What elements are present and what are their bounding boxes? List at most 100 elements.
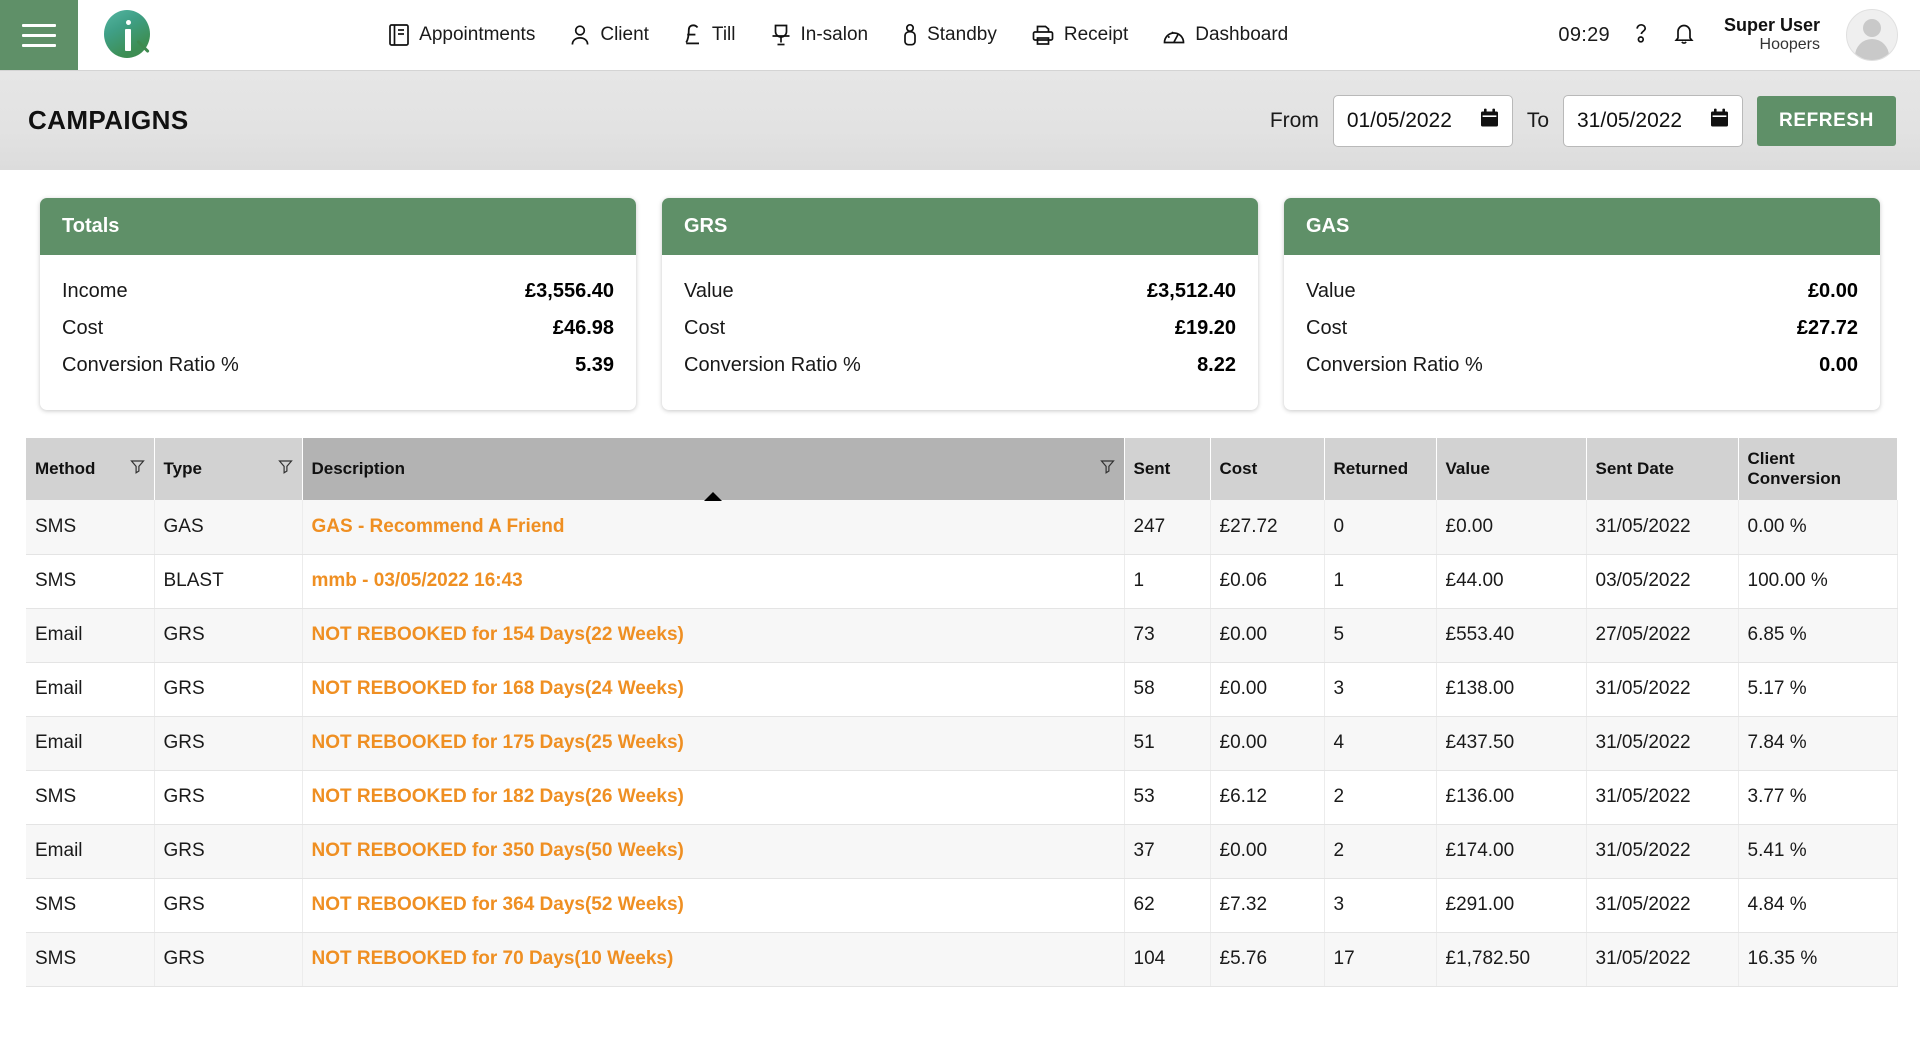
column-header-description[interactable]: Description — [302, 438, 1125, 501]
to-label: To — [1526, 108, 1549, 132]
cell-returned: 2 — [1324, 824, 1437, 879]
cell-description[interactable]: NOT REBOOKED for 70 Days(10 Weeks) — [302, 932, 1125, 987]
hamburger-menu-button[interactable] — [0, 0, 78, 70]
nav-item-appointments[interactable]: Appointments — [388, 23, 535, 47]
cell-description[interactable]: mmb - 03/05/2022 16:43 — [302, 554, 1125, 609]
card-row: Conversion Ratio % 0.00 — [1306, 347, 1858, 384]
column-header-sent[interactable]: Sent — [1124, 438, 1211, 500]
top-navigation-bar: Appointments Client Till In-salon Standb… — [0, 0, 1920, 70]
cell-description[interactable]: NOT REBOOKED for 154 Days(22 Weeks) — [302, 608, 1125, 663]
cell-client-conversion: 0.00 % — [1738, 500, 1898, 555]
column-label: Value — [1445, 459, 1490, 478]
refresh-button[interactable]: REFRESH — [1757, 95, 1896, 146]
cell-sent-date: 27/05/2022 — [1586, 608, 1739, 663]
summary-card-gas: GAS Value £0.00 Cost £27.72 Conversion R… — [1284, 198, 1880, 410]
pound-icon — [683, 23, 703, 47]
filter-icon[interactable] — [277, 459, 293, 479]
card-row: Cost £46.98 — [62, 310, 614, 347]
calendar-icon[interactable] — [1710, 108, 1729, 133]
nav-item-receipt[interactable]: Receipt — [1031, 23, 1128, 47]
cell-cost: £0.00 — [1210, 824, 1325, 879]
cell-client-conversion: 100.00 % — [1738, 554, 1898, 609]
card-row-value: £3,512.40 — [1147, 280, 1236, 302]
main-nav-items: Appointments Client Till In-salon Standb… — [118, 0, 1558, 70]
nav-item-standby[interactable]: Standby — [902, 23, 997, 47]
table-row[interactable]: SMS GRS NOT REBOOKED for 182 Days(26 Weeks… — [26, 770, 1898, 825]
card-title: Totals — [40, 198, 636, 255]
table-row[interactable]: SMS GRS NOT REBOOKED for 70 Days(10 Weeks)… — [26, 932, 1898, 987]
column-label: Type — [163, 459, 202, 478]
column-header-client-conversion[interactable]: Client Conversion — [1738, 438, 1898, 500]
table-row[interactable]: Email GRS NOT REBOOKED for 154 Days(22 Wee… — [26, 608, 1898, 663]
nav-item-client[interactable]: Client — [569, 23, 649, 47]
cell-sent-date: 31/05/2022 — [1586, 824, 1739, 879]
cell-value: £138.00 — [1436, 662, 1587, 717]
cell-value: £553.40 — [1436, 608, 1587, 663]
cell-description[interactable]: NOT REBOOKED for 364 Days(52 Weeks) — [302, 878, 1125, 933]
cell-type: GRS — [154, 932, 303, 987]
cell-client-conversion: 16.35 % — [1738, 932, 1898, 987]
table-row[interactable]: Email GRS NOT REBOOKED for 175 Days(25 Wee… — [26, 716, 1898, 771]
cell-sent-date: 03/05/2022 — [1586, 554, 1739, 609]
column-header-method[interactable]: Method — [26, 438, 155, 500]
table-row[interactable]: SMS GRS NOT REBOOKED for 364 Days(52 Weeks… — [26, 878, 1898, 933]
cell-sent-date: 31/05/2022 — [1586, 500, 1739, 555]
cell-client-conversion: 4.84 % — [1738, 878, 1898, 933]
cell-description[interactable]: NOT REBOOKED for 182 Days(26 Weeks) — [302, 770, 1125, 825]
cell-sent: 247 — [1124, 500, 1211, 555]
cell-method: Email — [26, 608, 155, 663]
nav-item-dashboard[interactable]: Dashboard — [1162, 24, 1288, 46]
nav-item-till[interactable]: Till — [683, 23, 736, 47]
from-date-input[interactable]: 01/05/2022 — [1332, 94, 1513, 147]
column-header-type[interactable]: Type — [154, 438, 303, 500]
card-row-value: £19.20 — [1174, 317, 1236, 339]
nav-label-appointments: Appointments — [419, 24, 536, 45]
table-row[interactable]: SMS BLAST mmb - 03/05/2022 16:43 1 £0.06 1 £44… — [26, 554, 1898, 609]
cell-description[interactable]: NOT REBOOKED for 175 Days(25 Weeks) — [302, 716, 1125, 771]
column-header-cost[interactable]: Cost — [1210, 438, 1325, 500]
table-row[interactable]: Email GRS NOT REBOOKED for 168 Days(24 Wee… — [26, 662, 1898, 717]
avatar[interactable] — [1846, 9, 1898, 61]
from-label: From — [1269, 108, 1319, 132]
card-title: GAS — [1284, 198, 1880, 255]
notifications-button[interactable] — [1672, 21, 1696, 50]
nav-label-client: Client — [600, 24, 649, 45]
table-row[interactable]: Email GRS NOT REBOOKED for 350 Days(50 Wee… — [26, 824, 1898, 879]
summary-card-grs: GRS Value £3,512.40 Cost £19.20 Conversi… — [662, 198, 1258, 410]
cell-description[interactable]: GAS - Recommend A Friend — [302, 500, 1125, 555]
user-menu[interactable]: Super User Hoopers — [1724, 15, 1820, 55]
iq-logo-icon — [102, 9, 154, 61]
table-row[interactable]: SMS GAS GAS - Recommend A Friend 247 £27.72 0… — [26, 500, 1898, 555]
nav-item-in-salon[interactable]: In-salon — [770, 23, 868, 47]
nav-label-receipt: Receipt — [1063, 24, 1129, 45]
table-header-row: Method Type Description Sent Cost Return… — [26, 438, 1898, 501]
filter-icon[interactable] — [129, 459, 145, 479]
to-date-value: 31/05/2022 — [1577, 108, 1683, 132]
cell-sent-date: 31/05/2022 — [1586, 662, 1739, 717]
card-row-key: Cost — [62, 317, 104, 339]
card-row-key: Value — [684, 280, 734, 302]
cell-description[interactable]: NOT REBOOKED for 168 Days(24 Weeks) — [302, 662, 1125, 717]
column-header-value[interactable]: Value — [1436, 438, 1587, 500]
column-header-sent-date[interactable]: Sent Date — [1586, 438, 1739, 500]
help-button[interactable] — [1630, 21, 1652, 50]
cell-description[interactable]: NOT REBOOKED for 350 Days(50 Weeks) — [302, 824, 1125, 879]
card-row: Conversion Ratio % 5.39 — [62, 347, 614, 384]
column-label: Description — [311, 459, 406, 478]
filter-icon[interactable] — [1099, 459, 1115, 479]
card-row: Cost £27.72 — [1306, 310, 1858, 347]
to-date-input[interactable]: 31/05/2022 — [1563, 94, 1743, 147]
cell-value: £1,782.50 — [1436, 932, 1587, 987]
page-title: CAMPAIGNS — [28, 105, 189, 135]
hamburger-icon — [22, 23, 56, 47]
cell-value: £136.00 — [1436, 770, 1587, 825]
cell-value: £0.00 — [1436, 500, 1587, 555]
cell-method: Email — [26, 662, 155, 717]
cell-sent: 73 — [1124, 608, 1211, 663]
summary-card-totals: Totals Income £3,556.40 Cost £46.98 Conv… — [40, 198, 636, 410]
cell-client-conversion: 5.17 % — [1738, 662, 1898, 717]
campaigns-table: Method Type Description Sent Cost Return… — [26, 438, 1898, 987]
cell-returned: 5 — [1324, 608, 1437, 663]
calendar-icon[interactable] — [1480, 108, 1499, 133]
column-header-returned[interactable]: Returned — [1324, 438, 1437, 500]
